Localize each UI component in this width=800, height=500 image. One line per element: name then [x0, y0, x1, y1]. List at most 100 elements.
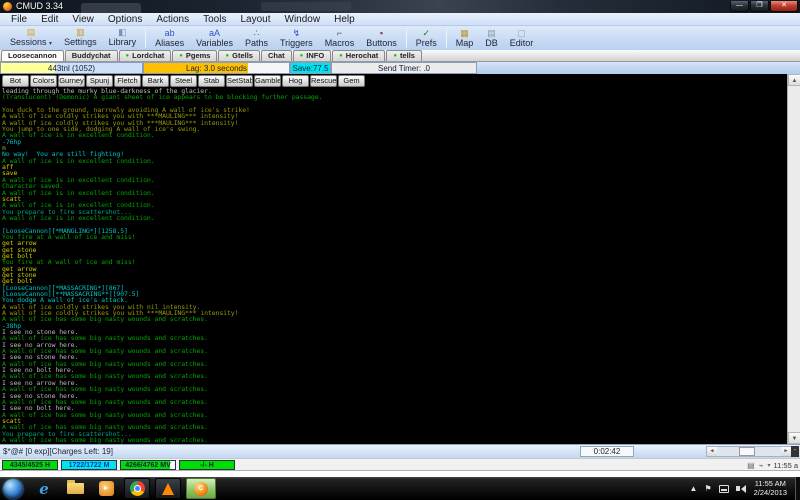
vertical-scrollbar[interactable]: ▲ ▼ [787, 74, 800, 444]
windows-taskbar: e ► C ▲ ⚑ 11:55 AM 2/24/2013 [0, 477, 800, 500]
save-label: Save:77.5 [291, 63, 330, 73]
session-tab[interactable]: INFO [293, 50, 332, 61]
macro-button[interactable]: Gamble [254, 75, 281, 87]
terminal-line: A wall of ice has some big nasty wounds … [2, 437, 787, 443]
chrome-icon[interactable] [124, 478, 150, 499]
menu-item[interactable]: Layout [233, 13, 277, 26]
macro-button[interactable]: SetStab [226, 75, 253, 87]
macro-button[interactable]: Gurney [58, 75, 85, 87]
db-icon[interactable]: ▤ DB [479, 26, 504, 50]
macro-button[interactable]: Gem [338, 75, 365, 87]
menu-item[interactable]: Actions [149, 13, 196, 26]
settings-icon[interactable]: ▥ Settings [58, 26, 103, 50]
session-tab[interactable]: Gtells [218, 50, 259, 61]
session-tab[interactable]: tells [386, 50, 422, 61]
menu-item[interactable]: Help [327, 13, 362, 26]
macro-button[interactable]: Bot [2, 75, 29, 87]
macro-button[interactable]: Fletch [114, 75, 141, 87]
hidden-icons-arrow-icon[interactable]: ▲ [690, 484, 698, 493]
show-desktop-button[interactable] [795, 477, 800, 500]
scroll-up-arrow-icon[interactable]: ▲ [788, 74, 800, 86]
mana-gauge-label: 1722/1722 M [62, 461, 116, 469]
toolbar-separator [406, 28, 407, 48]
menu-item[interactable]: View [65, 13, 101, 26]
macros-icon[interactable]: ⌐ Macros [319, 26, 361, 50]
splitter-button[interactable]: - [791, 446, 799, 457]
session-tab[interactable]: Buddychat [65, 50, 118, 61]
media-player-icon[interactable]: ► [93, 478, 119, 499]
triggers-icon[interactable]: ↯ Triggers [274, 26, 319, 50]
paths-icon[interactable]: ∴ Paths [239, 26, 274, 50]
speaker-icon[interactable] [736, 486, 740, 491]
background-window-ghost-2 [261, 2, 351, 11]
menu-item[interactable]: File [4, 13, 34, 26]
session-tab[interactable]: Loosecannon [1, 50, 64, 61]
background-window-ghost [81, 3, 141, 13]
command-input[interactable] [0, 470, 800, 477]
tnl-progress-bar: 443tnl (1052) [0, 62, 143, 74]
macro-button[interactable]: Steel [170, 75, 197, 87]
session-tab[interactable]: Herochat [332, 50, 385, 61]
macro-button[interactable]: Hog [282, 75, 309, 87]
internet-explorer-icon[interactable]: e [31, 478, 57, 499]
moves-gauge: 4266/4762 MV [120, 460, 176, 470]
scroll-down-arrow-icon[interactable]: ▼ [788, 432, 800, 444]
session-tab[interactable]: Lordchat [119, 50, 172, 61]
taskbar-clock[interactable]: 11:55 AM 2/24/2013 [754, 480, 787, 497]
start-button[interactable] [3, 479, 23, 499]
send-timer-indicator: Send Timer: .0 [331, 62, 477, 74]
action-center-flag-icon[interactable]: ⚑ [704, 484, 711, 493]
variables-icon[interactable]: aA Variables [190, 26, 239, 50]
mud-output-terminal[interactable]: leading through the murky blue-darkness … [0, 88, 787, 444]
macro-button[interactable]: Bark [142, 75, 169, 87]
session-tab-bar: LoosecannonBuddychatLordchatPgemsGtellsC… [0, 50, 800, 62]
aliases-icon[interactable]: ab Aliases [149, 26, 190, 50]
editor-icon[interactable]: ▢ Editor [504, 26, 540, 50]
cmud-taskbar-button[interactable]: C [186, 478, 216, 499]
status-clock: 11:55 a [774, 461, 798, 470]
cmud-app-icon [3, 2, 12, 11]
lag-label: Lag: 3.0 seconds [144, 63, 289, 73]
tank-gauge-label: -/- H [180, 461, 234, 469]
horizontal-scrollbar[interactable]: ◄ ► [706, 446, 792, 457]
mana-gauge: 1722/1722 M [61, 460, 117, 470]
scroll-right-arrow-icon[interactable]: ► [781, 447, 791, 456]
macro-button-bar: BotColorsGurneySpunjFletchBarkSteelStabS… [0, 74, 800, 88]
tnl-label: 443tnl (1052) [1, 63, 142, 73]
window-title: CMUD 3.34 [16, 0, 63, 13]
menu-item[interactable]: Tools [196, 13, 233, 26]
status-bar: 443tnl (1052) Lag: 3.0 seconds Save:77.5… [0, 62, 800, 74]
session-timer: 0:02:42 [580, 446, 634, 457]
system-tray: ▲ ⚑ 11:55 AM 2/24/2013 [690, 477, 800, 500]
map-icon[interactable]: ▦ Map [450, 26, 480, 50]
vitals-gauge-bar: 4345/4525 H 1722/1722 M 4266/4762 MV -/-… [0, 458, 800, 470]
session-tab[interactable]: Pgems [172, 50, 217, 61]
scroll-left-arrow-icon[interactable]: ◄ [707, 447, 717, 456]
macro-button[interactable]: Rescue [310, 75, 337, 87]
menu-item[interactable]: Window [278, 13, 328, 26]
lag-progress-bar: Lag: 3.0 seconds [143, 62, 290, 74]
vlc-icon[interactable] [155, 478, 181, 499]
network-icon[interactable] [719, 485, 729, 493]
macro-button[interactable]: Spunj [86, 75, 113, 87]
hp-gauge: 4345/4525 H [2, 460, 58, 470]
restore-button[interactable]: ❐ [750, 1, 769, 12]
file-explorer-icon[interactable] [62, 478, 88, 499]
clock-date: 2/24/2013 [754, 489, 787, 498]
minimize-button[interactable]: — [730, 1, 749, 12]
session-tab[interactable]: Chat [261, 50, 292, 61]
close-button[interactable]: ✕ [770, 1, 798, 12]
menu-item[interactable]: Options [101, 13, 149, 26]
buttons-icon[interactable]: ▪ Buttons [360, 26, 403, 50]
chevron-down-icon[interactable]: ▾ [768, 462, 771, 469]
save-indicator: Save:77.5 [290, 62, 331, 74]
prefs-icon[interactable]: ✓ Prefs [410, 26, 443, 50]
menu-item[interactable]: Edit [34, 13, 65, 26]
sessions-icon[interactable]: ▤ Sessions ▾ [4, 26, 58, 50]
menu-bar: FileEditViewOptionsActionsToolsLayoutWin… [0, 13, 800, 26]
macro-button[interactable]: Colors [30, 75, 57, 87]
scrollbar-thumb[interactable] [739, 447, 755, 456]
library-icon[interactable]: ◧ Library [103, 26, 143, 50]
title-bar: CMUD 3.34 — ❐ ✕ [0, 0, 800, 13]
macro-button[interactable]: Stab [198, 75, 225, 87]
